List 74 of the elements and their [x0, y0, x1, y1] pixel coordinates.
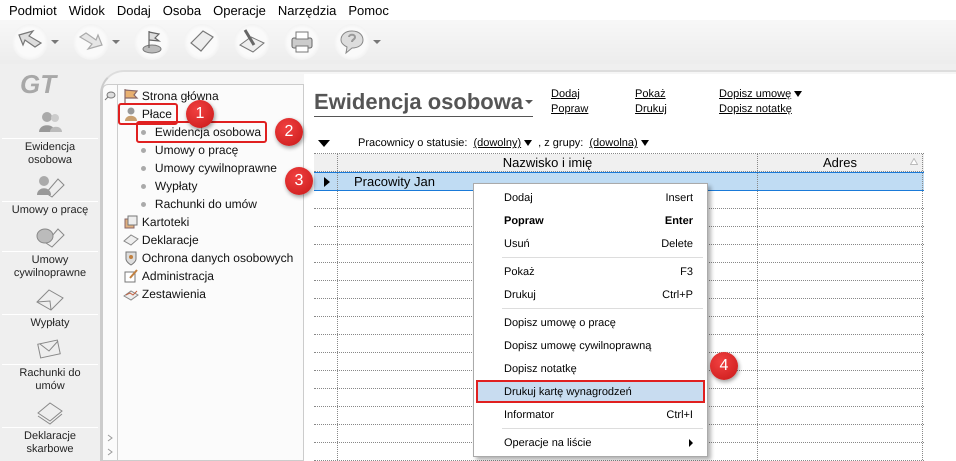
bullet-icon	[140, 202, 146, 206]
caret-icon	[640, 140, 649, 146]
bullet-icon	[140, 148, 146, 152]
group-dropdown[interactable]: (dowolna)	[589, 137, 649, 150]
shortcut-button[interactable]: Ewidencja osobowa	[0, 108, 100, 167]
menu-item[interactable]: Informator Ctrl+I	[476, 403, 705, 426]
menu-item[interactable]: Narzędzia	[272, 2, 342, 18]
shortcut-label: F3	[680, 266, 693, 278]
action-link[interactable]: Drukuj	[635, 103, 702, 115]
table-cell: Pracowity Jan	[354, 174, 435, 189]
status-dropdown[interactable]: (dowolny)	[473, 137, 532, 150]
submenu-arrow-icon	[689, 438, 693, 446]
menu-item[interactable]: Operacje	[207, 2, 272, 18]
callout-badge: 2	[275, 118, 303, 146]
caret-icon	[373, 40, 381, 44]
toolbar-button[interactable]	[12, 24, 59, 60]
flag-icon	[122, 88, 139, 104]
column-header[interactable]: Nazwisko i imię	[502, 155, 592, 170]
tag-icon	[122, 232, 139, 248]
menu-item[interactable]: Dopisz notatkę	[476, 357, 705, 380]
shortcut-label: Ctrl+I	[666, 408, 693, 420]
action-link[interactable]: Dopisz umowę	[719, 88, 820, 100]
menu-item[interactable]: Drukuj kartę wynagrodzeń	[476, 380, 705, 403]
menu-item[interactable]: Operacje na liście	[476, 431, 705, 454]
person-icon	[122, 106, 139, 122]
page-title[interactable]: Ewidencja osobowa	[314, 88, 534, 117]
collapse-icon[interactable]	[318, 140, 330, 147]
action-link[interactable]: Popraw	[551, 103, 618, 115]
menu-item[interactable]: Osoba	[156, 2, 208, 18]
callout-badge: 3	[285, 167, 313, 195]
menu-item[interactable]: Usuń Delete	[476, 232, 705, 255]
caret-icon	[51, 40, 59, 44]
shortcut-label: Delete	[661, 238, 693, 250]
action-link[interactable]: Dodaj	[551, 88, 618, 100]
caret-icon	[524, 140, 532, 146]
action-link[interactable]: Pokaż	[635, 88, 702, 100]
shield-icon	[122, 250, 139, 266]
column-header[interactable]: Adres	[823, 155, 857, 170]
shortcut-button[interactable]: Umowy o pracę	[0, 171, 100, 217]
menu-item[interactable]: Widok	[62, 2, 111, 18]
caret-icon	[112, 40, 120, 44]
filter-label: Pracownicy o statusie:	[358, 137, 468, 150]
menu-item[interactable]: Pokaż F3	[476, 260, 705, 283]
shortcut-button[interactable]: Umowy cywilnoprawne	[0, 221, 100, 280]
edit-icon	[122, 268, 139, 284]
caret-icon[interactable]	[525, 100, 534, 104]
filter-label: , z grupy:	[538, 137, 584, 150]
shortcut-label: Ctrl+P	[662, 288, 693, 300]
action-link[interactable]: Dopisz notatkę	[719, 103, 820, 115]
tree-item[interactable]: Ewidencja osobowa	[136, 121, 267, 143]
shortcut-button[interactable]: Wypłaty	[0, 284, 100, 330]
callout-badge: 4	[710, 352, 738, 380]
bullet-icon	[140, 184, 146, 188]
menu-item[interactable]: Dodaj	[110, 2, 157, 18]
logo: GT	[20, 68, 56, 101]
menu-item[interactable]: Dopisz umowę o pracę	[476, 311, 705, 334]
shortcut-label: Enter	[664, 214, 693, 226]
bullet-icon	[140, 130, 146, 134]
shortcut-button[interactable]: Rachunki do umów	[0, 334, 100, 393]
toolbar-button[interactable]	[334, 24, 381, 60]
shortcut-label: Insert	[665, 192, 693, 204]
menu-item[interactable]: Podmiot	[3, 2, 63, 18]
pin-icon[interactable]	[104, 91, 116, 101]
menu-item[interactable]: Drukuj Ctrl+P	[476, 283, 705, 306]
bullet-icon	[140, 166, 146, 170]
menu-item[interactable]: Pomoc	[342, 2, 395, 18]
row-pointer-icon	[324, 176, 330, 186]
menu-item[interactable]: Popraw Enter	[476, 209, 705, 232]
callout-badge: 1	[186, 100, 214, 128]
caret-icon	[794, 91, 802, 97]
tree-item[interactable]: Płace	[118, 103, 178, 125]
shortcut-button[interactable]: Deklaracje skarbowe	[0, 397, 100, 456]
cards-icon	[122, 214, 139, 230]
menu-item[interactable]: Dopisz umowę cywilnoprawną	[476, 334, 705, 357]
